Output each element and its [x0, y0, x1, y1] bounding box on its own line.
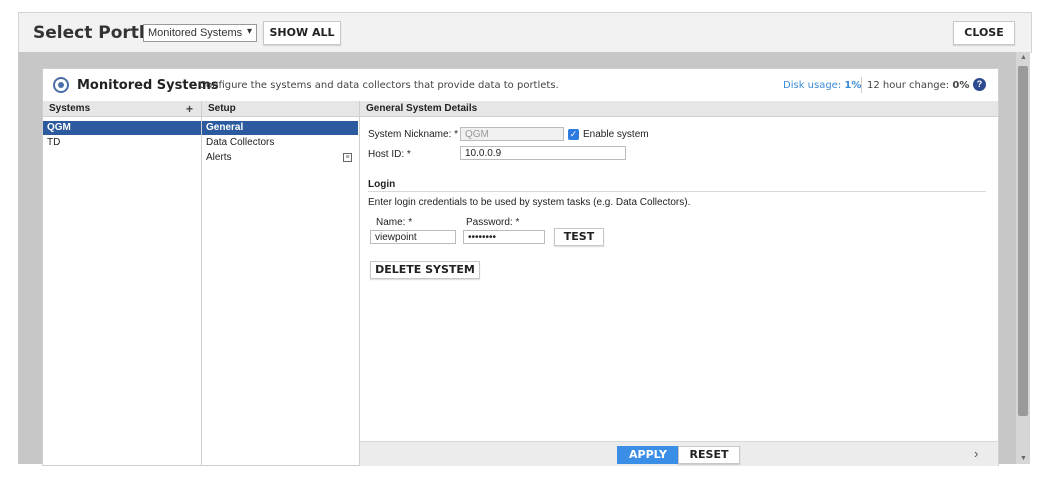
disk-usage-value: 1% — [844, 80, 862, 91]
password-label: Password: * — [466, 217, 520, 228]
scroll-thumb[interactable] — [1018, 66, 1028, 416]
details-footer: APPLY RESET › — [360, 441, 998, 466]
header-divider — [861, 77, 862, 93]
portlet-title: Monitored Systems — [77, 78, 219, 93]
setup-item-general[interactable]: General — [202, 121, 358, 135]
close-button[interactable]: CLOSE — [953, 21, 1015, 45]
disk-usage-label: Disk usage: — [783, 80, 842, 91]
change-value: 0% — [952, 80, 970, 91]
setup-item-alerts-label: Alerts — [206, 152, 232, 163]
enable-system-label: Enable system — [583, 129, 649, 140]
setup-column-header: Setup — [202, 101, 359, 117]
disk-usage: Disk usage: 1% — [783, 80, 861, 91]
column-divider — [359, 101, 360, 465]
systems-column-header: Systems + — [43, 101, 201, 117]
system-item-qgm[interactable]: QGM — [43, 121, 201, 135]
add-system-icon[interactable]: + — [186, 101, 193, 117]
apply-button[interactable]: APPLY — [617, 446, 679, 464]
delete-system-button[interactable]: DELETE SYSTEM — [370, 261, 480, 279]
enable-system-checkbox[interactable]: ✓ — [568, 129, 579, 140]
twelve-hour-change: 12 hour change: 0% — [867, 80, 969, 91]
password-field[interactable]: •••••••• — [463, 230, 545, 244]
page-scrollbar[interactable]: ▲ ▼ — [1016, 52, 1030, 464]
nickname-field[interactable]: QGM — [460, 127, 564, 141]
portlet-header: Monitored Systems Configure the systems … — [43, 69, 998, 101]
general-header-label: General System Details — [366, 103, 478, 114]
login-divider — [368, 191, 986, 192]
monitored-systems-logo-icon — [53, 77, 69, 93]
change-label: 12 hour change: — [867, 80, 950, 91]
scroll-up-icon[interactable]: ▲ — [1020, 54, 1027, 61]
portlet-selector-bar: Select Portlet Monitored Systems ▾ SHOW … — [18, 12, 1032, 53]
setup-item-data-collectors[interactable]: Data Collectors — [202, 136, 358, 150]
portlet-select[interactable]: Monitored Systems ▾ — [143, 24, 257, 42]
setup-header-label: Setup — [208, 103, 236, 114]
scroll-down-icon[interactable]: ▼ — [1020, 455, 1027, 462]
host-id-field[interactable]: 10.0.0.9 — [460, 146, 626, 160]
monitored-systems-portlet: Monitored Systems Configure the systems … — [42, 68, 999, 466]
chevron-right-icon[interactable]: › — [974, 446, 978, 461]
login-name-field[interactable]: viewpoint — [370, 230, 456, 244]
portlet-select-value: Monitored Systems — [148, 27, 243, 39]
portlet-description: Configure the systems and data collector… — [199, 80, 559, 91]
general-details-header: General System Details — [360, 101, 998, 117]
reset-button[interactable]: RESET — [678, 446, 740, 464]
login-name-label: Name: * — [376, 217, 413, 228]
document-icon: ≡ — [343, 153, 352, 162]
nickname-label: System Nickname: * — [368, 129, 459, 140]
chevron-down-icon: ▾ — [246, 26, 252, 37]
login-description: Enter login credentials to be used by sy… — [368, 197, 691, 208]
test-button[interactable]: TEST — [554, 228, 604, 246]
setup-item-alerts[interactable]: Alerts ≡ — [202, 151, 358, 165]
show-all-button[interactable]: SHOW ALL — [263, 21, 341, 45]
systems-header-label: Systems — [49, 103, 91, 114]
host-id-label: Host ID: * — [368, 149, 411, 160]
login-section-title: Login — [368, 179, 396, 190]
help-icon[interactable]: ? — [973, 78, 986, 91]
system-item-td[interactable]: TD — [43, 136, 201, 150]
